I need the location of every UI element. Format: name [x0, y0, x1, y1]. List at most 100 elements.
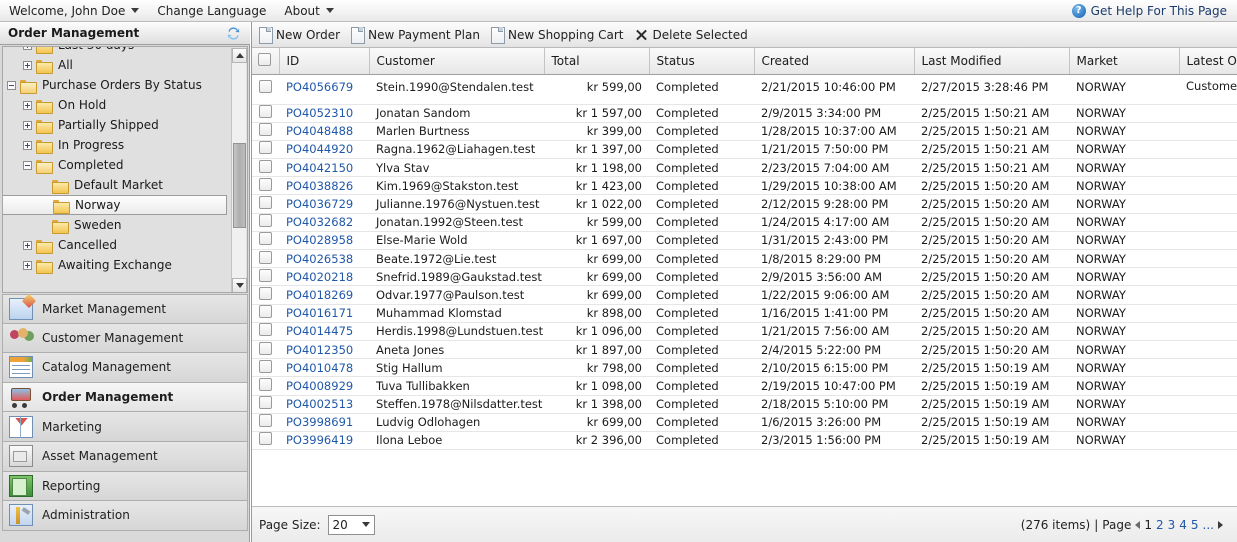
- cell-id[interactable]: PO4002513: [279, 395, 369, 414]
- orders-grid-container[interactable]: ID Customer Total Status Created Last Modifie…: [251, 48, 1237, 506]
- row-select-cell[interactable]: [251, 140, 279, 160]
- order-id-link[interactable]: PO4044920: [286, 142, 353, 156]
- sidebar-item-marketing[interactable]: Marketing: [2, 412, 248, 442]
- page-number-link[interactable]: 5: [1191, 518, 1199, 532]
- expand-plus-icon[interactable]: [23, 140, 32, 150]
- order-id-link[interactable]: PO4018269: [286, 288, 353, 302]
- table-row[interactable]: PO4014475 Herdis.1998@Lundstuen.test kr 1 …: [251, 322, 1237, 341]
- order-id-link[interactable]: PO4036729: [286, 197, 353, 211]
- tree-node-on-hold[interactable]: On Hold: [3, 95, 233, 115]
- cell-id[interactable]: PO4008929: [279, 376, 369, 396]
- row-checkbox[interactable]: [258, 123, 272, 137]
- row-checkbox[interactable]: [258, 341, 272, 355]
- column-header-id[interactable]: ID: [279, 48, 370, 75]
- row-select-cell[interactable]: [251, 413, 279, 432]
- sidebar-item-administration[interactable]: Administration: [2, 501, 248, 531]
- row-select-cell[interactable]: [251, 213, 279, 232]
- new-shopping-cart-button[interactable]: New Shopping Cart: [489, 27, 633, 44]
- row-select-cell[interactable]: [251, 376, 279, 396]
- table-row[interactable]: PO4044920 Ragna.1962@Liahagen.test kr 1 39…: [251, 140, 1237, 160]
- order-id-link[interactable]: PO4020218: [286, 270, 353, 284]
- table-row[interactable]: PO4010478 Stig Hallum kr 798,00 Completed 2/…: [251, 358, 1237, 378]
- tree-node-completed[interactable]: Completed: [3, 155, 233, 175]
- collapse-minus-icon[interactable]: [23, 160, 32, 170]
- column-header-latest-order-note[interactable]: Latest Order Note: [1179, 48, 1237, 75]
- cell-id[interactable]: PO4014475: [279, 322, 369, 341]
- row-checkbox[interactable]: [258, 432, 272, 446]
- order-id-link[interactable]: PO3996419: [286, 433, 353, 447]
- expand-plus-icon[interactable]: [23, 100, 32, 110]
- cell-id[interactable]: PO4028958: [279, 231, 369, 251]
- row-checkbox[interactable]: [258, 359, 272, 373]
- scrollbar-thumb[interactable]: [233, 143, 246, 228]
- order-id-link[interactable]: PO4012350: [286, 343, 353, 357]
- row-checkbox[interactable]: [258, 232, 272, 246]
- cell-id[interactable]: PO4016171: [279, 304, 369, 323]
- table-row[interactable]: PO4008929 Tuva Tullibakken kr 1 098,00 Comp…: [251, 376, 1237, 396]
- order-id-link[interactable]: PO4026538: [286, 252, 353, 266]
- row-checkbox[interactable]: [258, 177, 272, 191]
- order-id-link[interactable]: PO3998691: [286, 415, 353, 429]
- order-id-link[interactable]: PO4042150: [286, 161, 353, 175]
- order-id-link[interactable]: PO4032682: [286, 215, 353, 229]
- row-checkbox[interactable]: [258, 396, 272, 410]
- cell-id[interactable]: PO4012350: [279, 340, 369, 360]
- row-select-cell[interactable]: [251, 267, 279, 287]
- table-row[interactable]: PO4052310 Jonatan Sandom kr 1 597,00 Comple…: [251, 104, 1237, 123]
- cell-id[interactable]: PO4018269: [279, 285, 369, 305]
- expand-plus-icon[interactable]: [23, 260, 32, 270]
- tree-node-last-30-days[interactable]: Last 30 days: [3, 47, 233, 55]
- table-row[interactable]: PO4012350 Aneta Jones kr 1 897,00 Completed…: [251, 340, 1237, 360]
- row-select-cell[interactable]: [251, 395, 279, 414]
- tree-node-partially-shipped[interactable]: Partially Shipped: [3, 115, 233, 135]
- row-select-cell[interactable]: [251, 249, 279, 269]
- order-id-link[interactable]: PO4014475: [286, 324, 353, 338]
- sidebar-item-market-management[interactable]: Market Management: [2, 294, 248, 324]
- order-id-link[interactable]: PO4008929: [286, 379, 353, 393]
- row-checkbox[interactable]: [258, 377, 272, 391]
- table-row[interactable]: PO4016171 Muhammad Klomstad kr 898,00 Compl…: [251, 304, 1237, 323]
- table-row[interactable]: PO4048488 Marlen Burtness kr 399,00 Complet…: [251, 122, 1237, 141]
- cell-id[interactable]: PO4026538: [279, 249, 369, 269]
- row-select-cell[interactable]: [251, 304, 279, 323]
- expand-plus-icon[interactable]: [23, 120, 32, 130]
- column-header-total[interactable]: Total: [544, 48, 650, 75]
- order-id-link[interactable]: PO4052310: [286, 106, 353, 120]
- order-id-link[interactable]: PO4010478: [286, 361, 353, 375]
- get-help-link[interactable]: ? Get Help For This Page: [1071, 3, 1237, 18]
- cell-id[interactable]: PO4042150: [279, 158, 369, 178]
- previous-page-button[interactable]: [1135, 520, 1141, 529]
- cell-id[interactable]: PO3996419: [279, 431, 369, 451]
- page-number-link[interactable]: 4: [1179, 518, 1187, 532]
- scroll-down-button[interactable]: [232, 278, 247, 292]
- row-checkbox[interactable]: [258, 305, 272, 319]
- cell-id[interactable]: PO4032682: [279, 213, 369, 232]
- cell-id[interactable]: PO3998691: [279, 413, 369, 432]
- tree-node-in-progress[interactable]: In Progress: [3, 135, 233, 155]
- table-row[interactable]: PO3996419 Ilona Leboe kr 2 396,00 Completed…: [251, 431, 1237, 451]
- column-header-customer[interactable]: Customer: [369, 48, 545, 75]
- table-row[interactable]: PO4038826 Kim.1969@Stakston.test kr 1 423,…: [251, 176, 1237, 196]
- row-select-cell[interactable]: [251, 158, 279, 178]
- row-select-cell[interactable]: [251, 104, 279, 123]
- scroll-up-button[interactable]: [232, 48, 247, 63]
- column-header-last-modified[interactable]: Last Modified: [914, 48, 1070, 75]
- row-checkbox[interactable]: [258, 159, 272, 173]
- new-payment-plan-button[interactable]: New Payment Plan: [349, 27, 489, 44]
- expand-plus-icon[interactable]: [23, 47, 32, 50]
- row-select-cell[interactable]: [251, 176, 279, 196]
- row-checkbox[interactable]: [258, 323, 272, 337]
- expand-plus-icon[interactable]: [23, 60, 32, 70]
- row-select-cell[interactable]: [251, 340, 279, 360]
- table-row[interactable]: PO4002513 Steffen.1978@Nilsdatter.test kr …: [251, 395, 1237, 414]
- welcome-user-menu[interactable]: Welcome, John Doe: [0, 1, 148, 21]
- row-select-cell[interactable]: [251, 358, 279, 378]
- select-all-header[interactable]: [251, 48, 280, 75]
- row-checkbox[interactable]: [258, 141, 272, 155]
- sidebar-item-asset-management[interactable]: Asset Management: [2, 441, 248, 472]
- sidebar-item-order-management[interactable]: Order Management: [2, 382, 248, 413]
- select-all-checkbox[interactable]: [258, 52, 271, 66]
- cell-id[interactable]: PO4010478: [279, 358, 369, 378]
- row-checkbox[interactable]: [258, 286, 272, 300]
- table-row[interactable]: PO4026538 Beate.1972@Lie.test kr 699,00 Com…: [251, 249, 1237, 269]
